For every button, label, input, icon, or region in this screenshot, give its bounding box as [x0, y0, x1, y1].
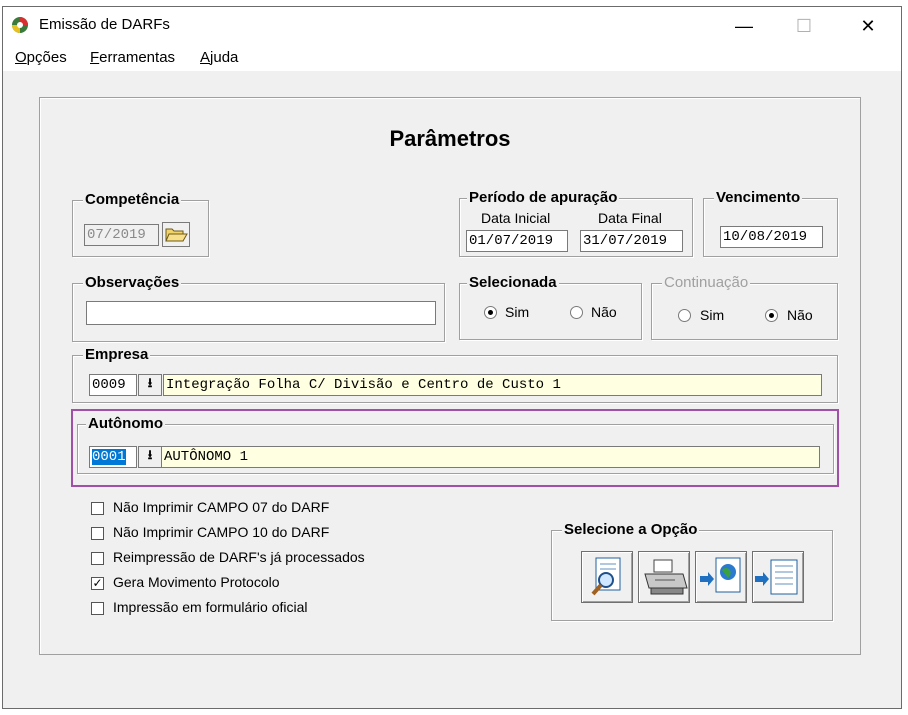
- selecionada-nao-radio[interactable]: [570, 306, 583, 319]
- empresa-code-input[interactable]: 0009: [89, 374, 137, 396]
- periodo-legend: Período de apuração: [467, 189, 620, 206]
- competencia-legend: Competência: [83, 191, 182, 208]
- autonomo-code-input[interactable]: 0001: [89, 446, 137, 468]
- option-label-gera-movimento: Gera Movimento Protocolo: [113, 574, 280, 590]
- menu-ajuda[interactable]: Ajuda: [200, 49, 238, 66]
- download-arrow-icon: ⭳: [147, 447, 153, 462]
- autonomo-name-field: AUTÔNOMO 1: [161, 446, 820, 468]
- preview-button[interactable]: [581, 551, 633, 603]
- empresa-lookup-button[interactable]: ⭳: [138, 374, 162, 396]
- open-folder-button[interactable]: [162, 222, 190, 247]
- empresa-name-field: Integração Folha C/ Divisão e Centro de …: [163, 374, 822, 396]
- close-icon: ✕: [860, 15, 876, 36]
- continuacao-sim-label: Sim: [700, 307, 725, 323]
- window-title: Emissão de DARFs: [39, 16, 170, 33]
- preview-icon: [591, 557, 621, 596]
- data-final-input[interactable]: 31/07/2019: [580, 230, 683, 252]
- observacoes-legend: Observações: [83, 274, 182, 291]
- selecionada-sim-radio[interactable]: [484, 306, 497, 319]
- menu-opcoes[interactable]: Opções: [15, 49, 67, 66]
- printer-icon: [644, 559, 688, 595]
- page-title: Parâmetros: [389, 126, 511, 151]
- open-folder-icon: [165, 228, 188, 242]
- title-bar: Emissão de DARFs — ☐ ✕: [3, 7, 901, 45]
- selecionada-sim-label: Sim: [505, 304, 530, 320]
- data-final-label: Data Final: [598, 210, 662, 226]
- print-button[interactable]: [638, 551, 690, 603]
- export-web-icon: [700, 557, 741, 593]
- selecionada-nao-label: Não: [591, 304, 617, 320]
- data-inicial-label: Data Inicial: [481, 210, 551, 226]
- close-button[interactable]: ✕: [837, 7, 899, 45]
- export-file-icon: [755, 559, 798, 595]
- autonomo-code-selection: 0001: [92, 449, 126, 465]
- observacoes-input[interactable]: [86, 301, 436, 325]
- menu-ferramentas[interactable]: Ferramentas: [90, 49, 175, 66]
- selecionada-legend: Selecionada: [467, 274, 559, 291]
- option-label-campo10: Não Imprimir CAMPO 10 do DARF: [113, 524, 330, 540]
- autonomo-legend: Autônomo: [86, 415, 165, 432]
- option-checkbox-formulario-oficial[interactable]: [91, 602, 104, 615]
- continuacao-legend: Continuação: [662, 274, 751, 291]
- minimize-icon: —: [735, 15, 753, 36]
- export-file-button[interactable]: [752, 551, 804, 603]
- option-label-formulario-oficial: Impressão em formulário oficial: [113, 599, 308, 615]
- download-arrow-icon: ⭳: [147, 375, 153, 390]
- maximize-icon: ☐: [795, 15, 813, 36]
- option-checkbox-campo07[interactable]: [91, 502, 104, 515]
- option-checkbox-campo10[interactable]: [91, 527, 104, 540]
- data-inicial-input[interactable]: 01/07/2019: [466, 230, 568, 252]
- vencimento-legend: Vencimento: [714, 189, 803, 206]
- export-web-button[interactable]: [695, 551, 747, 603]
- vencimento-input[interactable]: 10/08/2019: [720, 226, 823, 248]
- app-icon: [12, 17, 28, 33]
- continuacao-nao-label: Não: [787, 307, 813, 323]
- competencia-input[interactable]: 07/2019: [84, 224, 159, 246]
- option-checkbox-gera-movimento[interactable]: ✓: [91, 577, 104, 590]
- minimize-button[interactable]: —: [713, 7, 775, 45]
- autonomo-lookup-button[interactable]: ⭳: [138, 446, 162, 468]
- continuacao-sim-radio[interactable]: [678, 309, 691, 322]
- option-checkbox-reimpressao[interactable]: [91, 552, 104, 565]
- selecione-legend: Selecione a Opção: [562, 521, 700, 538]
- continuacao-nao-radio[interactable]: [765, 309, 778, 322]
- menu-bar: Opções Ferramentas Ajuda: [3, 45, 901, 71]
- option-label-reimpressao: Reimpressão de DARF's já processados: [113, 549, 365, 565]
- maximize-button[interactable]: ☐: [773, 7, 835, 45]
- empresa-legend: Empresa: [83, 346, 151, 363]
- option-label-campo07: Não Imprimir CAMPO 07 do DARF: [113, 499, 330, 515]
